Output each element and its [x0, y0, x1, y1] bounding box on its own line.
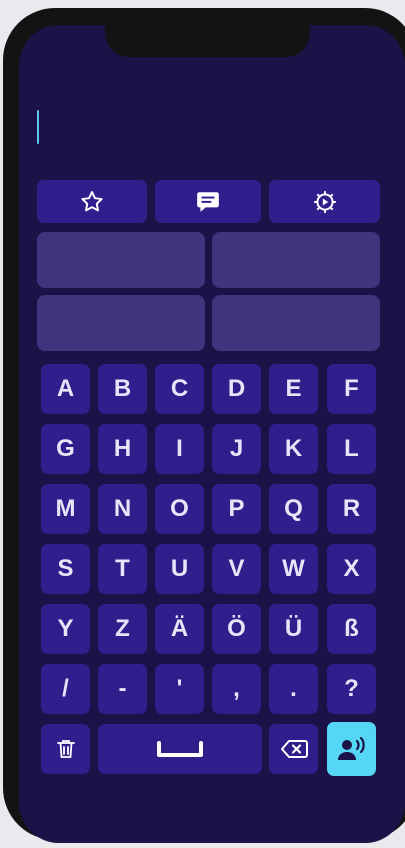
chat-icon [197, 191, 219, 212]
key-hyphen[interactable]: - [98, 664, 147, 714]
key-n[interactable]: N [98, 484, 147, 534]
favorites-button[interactable] [37, 180, 147, 223]
backspace-button[interactable] [269, 724, 318, 774]
key-x[interactable]: X [327, 544, 376, 594]
speaking-head-icon [337, 736, 365, 760]
key-j[interactable]: J [212, 424, 261, 474]
key-a-umlaut[interactable]: Ä [155, 604, 204, 654]
suggestion-slot-4[interactable] [212, 295, 380, 351]
text-input-caret[interactable] [37, 110, 39, 144]
key-eszett[interactable]: ß [327, 604, 376, 654]
key-comma[interactable]: , [212, 664, 261, 714]
text-input[interactable] [42, 108, 382, 146]
key-i[interactable]: I [155, 424, 204, 474]
settings-button[interactable] [269, 180, 380, 223]
key-g[interactable]: G [41, 424, 90, 474]
key-o-umlaut[interactable]: Ö [212, 604, 261, 654]
clear-all-button[interactable] [41, 724, 90, 774]
key-h[interactable]: H [98, 424, 147, 474]
gear-icon [313, 190, 336, 213]
phone-notch [105, 25, 310, 57]
star-icon [81, 190, 103, 211]
key-k[interactable]: K [269, 424, 318, 474]
trash-icon [56, 740, 75, 758]
key-w[interactable]: W [269, 544, 318, 594]
key-c[interactable]: C [155, 364, 204, 414]
suggestion-slot-3[interactable] [37, 295, 205, 351]
key-o[interactable]: O [155, 484, 204, 534]
key-u-umlaut[interactable]: Ü [269, 604, 318, 654]
key-p[interactable]: P [212, 484, 261, 534]
phrases-button[interactable] [155, 180, 261, 223]
backspace-icon [280, 740, 308, 758]
key-e[interactable]: E [269, 364, 318, 414]
key-f[interactable]: F [327, 364, 376, 414]
key-r[interactable]: R [327, 484, 376, 534]
key-period[interactable]: . [269, 664, 318, 714]
key-s[interactable]: S [41, 544, 90, 594]
speak-button[interactable] [327, 722, 376, 776]
key-slash[interactable]: / [41, 664, 90, 714]
key-q[interactable]: Q [269, 484, 318, 534]
key-y[interactable]: Y [41, 604, 90, 654]
key-b[interactable]: B [98, 364, 147, 414]
key-apostrophe[interactable]: ' [155, 664, 204, 714]
key-u[interactable]: U [155, 544, 204, 594]
key-question-mark[interactable]: ? [327, 664, 376, 714]
suggestion-slot-2[interactable] [212, 232, 380, 288]
space-bar-icon [157, 741, 203, 757]
key-m[interactable]: M [41, 484, 90, 534]
key-v[interactable]: V [212, 544, 261, 594]
key-l[interactable]: L [327, 424, 376, 474]
key-a[interactable]: A [41, 364, 90, 414]
space-key[interactable] [98, 724, 262, 774]
key-z[interactable]: Z [98, 604, 147, 654]
key-d[interactable]: D [212, 364, 261, 414]
key-t[interactable]: T [98, 544, 147, 594]
suggestion-slot-1[interactable] [37, 232, 205, 288]
